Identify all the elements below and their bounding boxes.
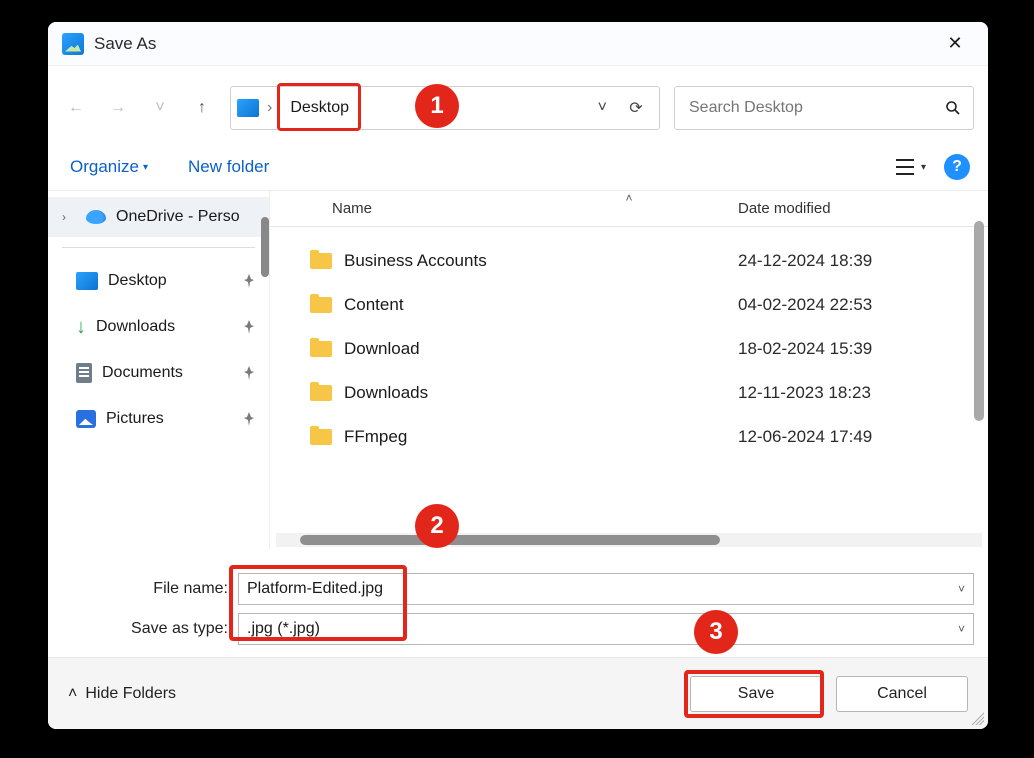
list-scrollbar-horizontal[interactable] <box>300 535 720 545</box>
save-type-label: Save as type: <box>62 620 238 638</box>
file-date: 18-02-2024 15:39 <box>738 339 988 359</box>
list-scrollbar-vertical[interactable] <box>974 221 984 421</box>
list-item[interactable]: Download 18-02-2024 15:39 <box>270 327 988 371</box>
resize-grip[interactable] <box>968 709 984 725</box>
file-name: Content <box>344 295 404 315</box>
sidebar: › OneDrive - Perso Desktop ↓ Downloads <box>48 191 270 549</box>
file-date: 12-06-2024 17:49 <box>738 427 988 447</box>
app-icon <box>62 33 84 55</box>
breadcrumb-sep: › <box>263 99 276 117</box>
save-as-dialog: Save As ✕ ← → ˅ ↑ › Desktop ˅ ⟳ Organize <box>48 22 988 729</box>
sidebar-item-onedrive[interactable]: › OneDrive - Perso <box>48 197 269 237</box>
sidebar-item-downloads[interactable]: ↓ Downloads <box>48 304 269 350</box>
pin-icon <box>243 320 255 334</box>
cancel-button[interactable]: Cancel <box>836 676 968 712</box>
sidebar-item-documents[interactable]: Documents <box>48 350 269 396</box>
pin-icon <box>243 412 255 426</box>
list-item[interactable]: Content 04-02-2024 22:53 <box>270 283 988 327</box>
view-options-button[interactable]: ▾ <box>895 158 926 176</box>
breadcrumb[interactable]: › Desktop ˅ ⟳ <box>230 86 660 130</box>
dialog-body: › OneDrive - Perso Desktop ↓ Downloads <box>48 191 988 549</box>
chevron-down-icon[interactable]: ˅ <box>958 582 965 596</box>
chevron-down-icon[interactable]: ˅ <box>958 622 965 636</box>
search-icon[interactable] <box>945 100 961 116</box>
file-date: 12-11-2023 18:23 <box>738 383 988 403</box>
file-name-value: Platform-Edited.jpg <box>247 580 383 598</box>
search-box[interactable] <box>674 86 974 130</box>
hide-folders-button[interactable]: ˄ Hide Folders <box>68 685 176 703</box>
titlebar: Save As ✕ <box>48 22 988 66</box>
file-date: 04-02-2024 22:53 <box>738 295 988 315</box>
organize-label: Organize <box>70 157 139 177</box>
chevron-down-icon: ▾ <box>143 162 148 173</box>
save-type-value: .jpg (*.jpg) <box>247 620 320 638</box>
list-item[interactable]: Downloads 12-11-2023 18:23 <box>270 371 988 415</box>
file-date: 24-12-2024 18:39 <box>738 251 988 271</box>
list-rows: Business Accounts 24-12-2024 18:39 Conte… <box>270 227 988 459</box>
sidebar-item-label: Downloads <box>96 318 175 336</box>
file-name: Downloads <box>344 383 428 403</box>
breadcrumb-dropdown-icon[interactable]: ˅ <box>598 99 615 117</box>
sidebar-item-label: Desktop <box>108 272 167 290</box>
dialog-toolbar: Organize ▾ New folder ▾ ? <box>48 146 988 191</box>
sidebar-item-label: Documents <box>102 364 183 382</box>
new-folder-button[interactable]: New folder <box>188 157 269 177</box>
sidebar-item-pictures[interactable]: Pictures <box>48 396 269 442</box>
up-button[interactable]: ↑ <box>188 94 216 122</box>
sidebar-separator <box>62 247 255 248</box>
folder-icon <box>310 341 332 357</box>
list-view-icon <box>895 158 915 176</box>
desktop-icon <box>237 99 259 117</box>
sidebar-item-label: OneDrive - Perso <box>116 208 240 226</box>
chevron-up-icon: ˄ <box>68 685 77 703</box>
save-button[interactable]: Save <box>690 676 822 712</box>
file-listing: ˄ Name Date modified Business Accounts 2… <box>270 191 988 549</box>
document-icon <box>76 363 92 383</box>
column-header-name[interactable]: Name <box>310 200 738 217</box>
recent-locations-button[interactable]: ˅ <box>146 94 174 122</box>
sidebar-scrollbar[interactable] <box>261 217 269 277</box>
sidebar-item-desktop[interactable]: Desktop <box>48 258 269 304</box>
onedrive-icon <box>86 210 106 224</box>
breadcrumb-current[interactable]: Desktop <box>280 96 359 120</box>
file-name-field[interactable]: Platform-Edited.jpg ˅ <box>238 573 974 605</box>
chevron-right-icon: › <box>62 210 76 224</box>
dialog-footer: ˄ Hide Folders Save Cancel <box>48 657 988 729</box>
sidebar-item-label: Pictures <box>106 410 164 428</box>
save-type-field[interactable]: .jpg (*.jpg) ˅ <box>238 613 974 645</box>
sort-indicator-icon: ˄ <box>625 191 632 205</box>
window-title: Save As <box>94 34 156 54</box>
pictures-icon <box>76 410 96 428</box>
file-name: Business Accounts <box>344 251 487 271</box>
list-item[interactable]: Business Accounts 24-12-2024 18:39 <box>270 239 988 283</box>
folder-icon <box>310 385 332 401</box>
save-type-row: Save as type: .jpg (*.jpg) ˅ <box>62 611 974 647</box>
hide-folders-label: Hide Folders <box>85 685 176 703</box>
navigation-row: ← → ˅ ↑ › Desktop ˅ ⟳ <box>48 66 988 146</box>
file-name-row: File name: Platform-Edited.jpg ˅ <box>62 571 974 607</box>
folder-icon <box>310 297 332 313</box>
chevron-down-icon: ▾ <box>921 162 926 173</box>
pin-icon <box>243 274 255 288</box>
refresh-button[interactable]: ⟳ <box>619 98 653 118</box>
file-name: FFmpeg <box>344 427 407 447</box>
forward-button[interactable]: → <box>104 94 132 122</box>
pin-icon <box>243 366 255 380</box>
column-header-date[interactable]: Date modified <box>738 200 988 217</box>
download-icon: ↓ <box>76 317 86 337</box>
close-button[interactable]: ✕ <box>936 29 974 59</box>
search-input[interactable] <box>687 98 945 118</box>
folder-icon <box>310 429 332 445</box>
help-button[interactable]: ? <box>944 154 970 180</box>
desktop-icon <box>76 272 98 290</box>
file-name: Download <box>344 339 420 359</box>
save-form: File name: Platform-Edited.jpg ˅ Save as… <box>48 549 988 657</box>
list-item[interactable]: FFmpeg 12-06-2024 17:49 <box>270 415 988 459</box>
back-button[interactable]: ← <box>62 94 90 122</box>
organize-menu[interactable]: Organize ▾ <box>70 157 148 177</box>
file-name-label: File name: <box>62 580 238 598</box>
folder-icon <box>310 253 332 269</box>
